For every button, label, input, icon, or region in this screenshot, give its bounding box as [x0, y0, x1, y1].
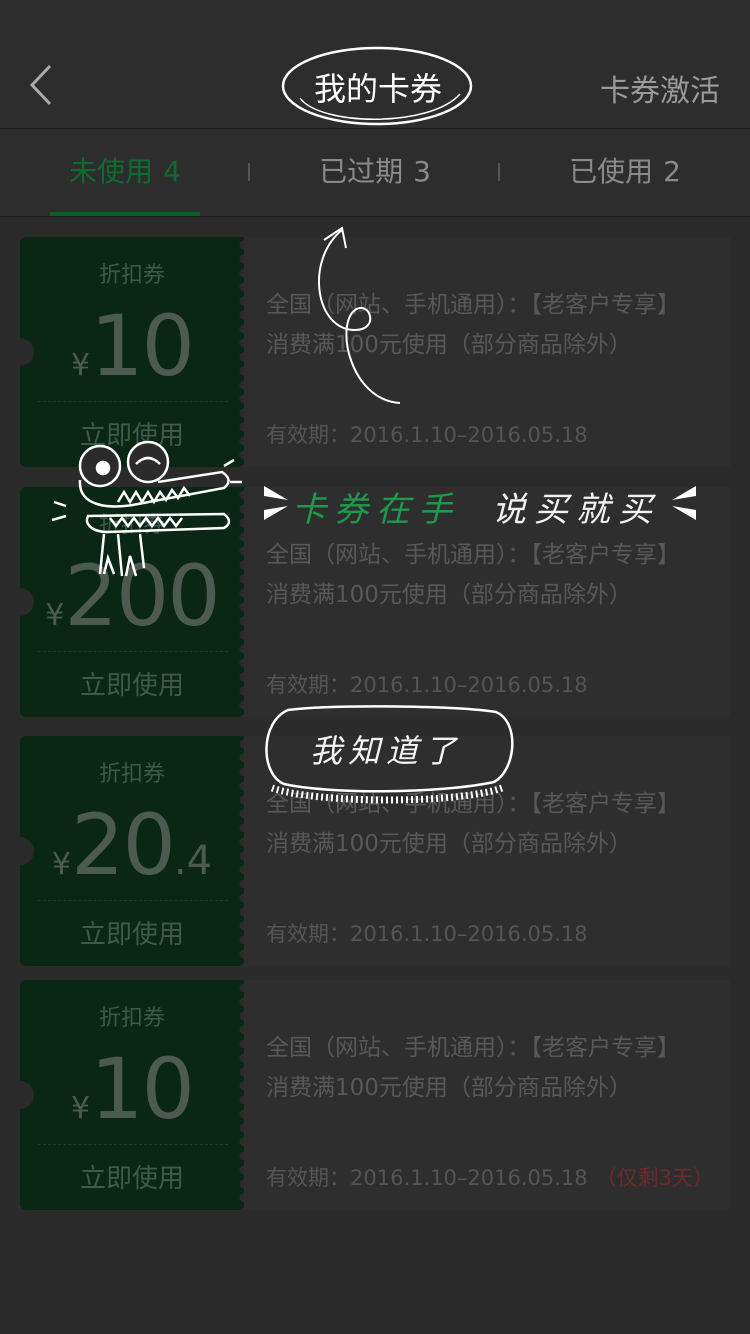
- currency-symbol: ¥: [71, 1091, 91, 1126]
- description-line: 消费满100元使用（部分商品除外）: [266, 1075, 632, 1101]
- coupon-type: 折扣券: [98, 1006, 165, 1031]
- coupon-amount: ¥10: [20, 1040, 244, 1138]
- coupon-details: 全国（网站、手机通用）：【老客户专享】 消费满100元使用（部分商品除外） 有效…: [244, 980, 730, 1210]
- use-now-button[interactable]: 立即使用: [20, 1158, 244, 1195]
- tab-count: 3: [413, 155, 431, 188]
- divider: [38, 401, 228, 402]
- currency-symbol: ¥: [45, 598, 65, 633]
- crocodile-mascot-icon: [51, 440, 242, 577]
- coupon-description: 全国（网站、手机通用）：【老客户专享】 消费满100元使用（部分商品除外）: [266, 1028, 726, 1108]
- coupon-description: 全国（网站、手机通用）：【老客户专享】 消费满100元使用（部分商品除外）: [266, 535, 726, 615]
- currency-symbol: ¥: [71, 348, 91, 383]
- coupon-tabs: 未使用 4 已过期 3 已使用 2: [0, 129, 750, 217]
- validity-period: 有效期：2016.1.10–2016.05.18: [266, 419, 596, 449]
- tab-count: 2: [663, 155, 681, 188]
- use-now-button[interactable]: 立即使用: [20, 665, 244, 702]
- back-arrow-icon[interactable]: [22, 60, 62, 110]
- amount-value: 20: [71, 796, 176, 894]
- validity-text: 有效期：2016.1.10–2016.05.18: [266, 423, 588, 447]
- coupon-amount: ¥10: [20, 297, 244, 395]
- use-now-button[interactable]: 立即使用: [20, 914, 244, 951]
- description-line: 全国（网站、手机通用）：【老客户专享】: [266, 542, 680, 568]
- description-line: 消费满100元使用（部分商品除外）: [266, 831, 632, 857]
- activate-coupon-button[interactable]: 卡券激活: [600, 66, 720, 110]
- spark-right-icon: [672, 486, 696, 520]
- tab-count: 4: [163, 155, 181, 188]
- curved-arrow-icon: [318, 226, 401, 404]
- description-line: 全国（网站、手机通用）：【老客户专享】: [266, 1035, 680, 1061]
- tab-expired[interactable]: 已过期 3: [250, 129, 500, 216]
- active-tab-indicator: [50, 212, 200, 216]
- got-it-button[interactable]: 我知道了: [258, 704, 518, 804]
- currency-symbol: ¥: [51, 847, 72, 882]
- coupon-stub: 折扣券 ¥20.4 立即使用: [6, 736, 244, 966]
- validity-period: 有效期：2016.1.10–2016.05.18: [266, 669, 596, 699]
- amount-decimal: .4: [173, 838, 213, 884]
- coupon-amount: ¥20.4: [20, 796, 244, 894]
- amount-value: 10: [90, 1040, 195, 1138]
- tab-label: 未使用: [69, 155, 154, 188]
- remaining-days: （仅剩3天）: [595, 1166, 714, 1190]
- coupon-stub: 折扣券 ¥10 立即使用: [6, 980, 244, 1210]
- spark-left-icon: [264, 486, 288, 520]
- page-title: 我的卡券: [313, 70, 442, 108]
- validity-text: 有效期：2016.1.10–2016.05.18: [266, 1166, 588, 1190]
- coupon-type: 折扣券: [98, 762, 165, 787]
- validity-period: 有效期：2016.1.10–2016.05.18 （仅剩3天）: [266, 1162, 714, 1192]
- tab-used[interactable]: 已使用 2: [500, 129, 750, 216]
- validity-text: 有效期：2016.1.10–2016.05.18: [266, 673, 588, 697]
- divider: [38, 651, 228, 652]
- coupon-type: 折扣券: [98, 263, 165, 288]
- tab-label: 已过期: [319, 155, 404, 188]
- coupon-stub: 折扣券 ¥10 立即使用: [6, 237, 244, 467]
- tab-unused[interactable]: 未使用 4: [0, 129, 250, 216]
- tab-label: 已使用: [569, 155, 654, 188]
- validity-period: 有效期：2016.1.10–2016.05.18: [266, 918, 596, 948]
- divider: [38, 1144, 228, 1145]
- coupon-card[interactable]: 折扣券 ¥10 立即使用 全国（网站、手机通用）：【老客户专享】 消费满100元…: [6, 980, 730, 1210]
- divider: [38, 900, 228, 901]
- got-it-label: 我知道了: [309, 732, 462, 770]
- description-line: 消费满100元使用（部分商品除外）: [266, 582, 632, 608]
- guide-title-white: 说买就买: [492, 490, 660, 530]
- amount-value: 10: [90, 297, 195, 395]
- guide-title-green: 卡券在手: [292, 490, 460, 530]
- validity-text: 有效期：2016.1.10–2016.05.18: [266, 922, 588, 946]
- page-title-highlight: 我的卡券: [280, 42, 476, 130]
- nav-bar: 我的卡券 卡券激活: [0, 0, 750, 129]
